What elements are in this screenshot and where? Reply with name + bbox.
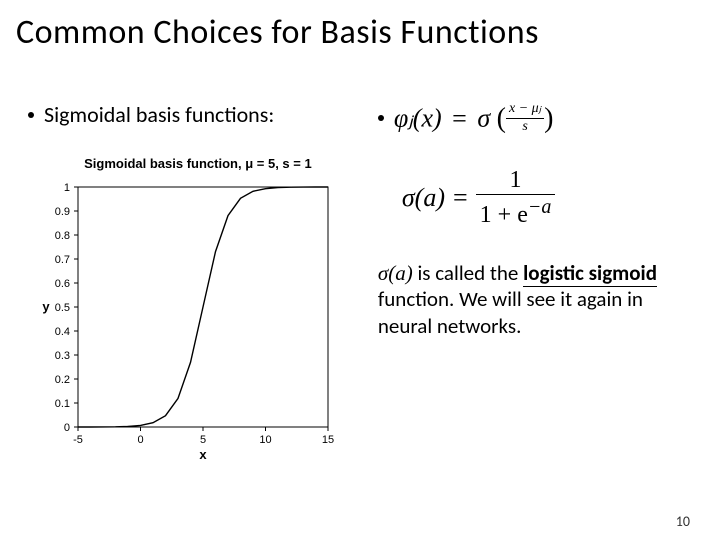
- bullet-dot-icon: [378, 115, 384, 121]
- svg-text:10: 10: [259, 434, 271, 446]
- f2-den-prefix: 1 + e: [480, 202, 528, 228]
- svg-text:0.5: 0.5: [55, 302, 70, 314]
- bullet-item: Sigmoidal basis functions:: [28, 101, 358, 128]
- svg-text:15: 15: [322, 434, 334, 446]
- f2-den-exp: −a: [528, 196, 552, 218]
- sigmoid-curve: [78, 187, 328, 427]
- y-axis-ticks: 0 0.1 0.2 0.3 0.4 0.5 0.6 0.7 0.8 0.9 1: [55, 182, 78, 434]
- svg-text:-5: -5: [73, 434, 83, 446]
- f2-num: 1: [506, 166, 526, 195]
- chart-container: Sigmoidal basis function, μ = 5, s = 1 0…: [28, 156, 358, 462]
- note-t4: function. We will see it again in neural…: [378, 286, 643, 338]
- left-column: Sigmoidal basis functions: Sigmoidal bas…: [28, 101, 358, 462]
- svg-text:0: 0: [64, 422, 70, 434]
- f1-sigma: σ: [477, 104, 490, 133]
- svg-text:0.7: 0.7: [55, 254, 70, 266]
- svg-text:0.1: 0.1: [55, 398, 70, 410]
- y-axis-label: y: [42, 299, 50, 314]
- svg-text:0: 0: [137, 434, 143, 446]
- sigmoid-note: σ(a) is called the logistic sigmoid func…: [378, 260, 692, 339]
- svg-text:0.8: 0.8: [55, 230, 70, 242]
- x-axis-ticks: -5 0 5 10 15: [73, 427, 334, 446]
- note-t2: is called the: [413, 260, 523, 286]
- svg-text:0.4: 0.4: [55, 326, 70, 338]
- f2-eq: =: [453, 182, 468, 213]
- f1-den: s: [519, 119, 530, 136]
- page-number: 10: [676, 513, 690, 530]
- formula-sigma: σ(a) = 1 1 + e−a: [378, 166, 692, 231]
- chart-title: Sigmoidal basis function, μ = 5, s = 1: [38, 156, 358, 171]
- right-column: φⱼ(x) = σ ( x − μⱼ s ) σ(a) = 1: [378, 101, 692, 462]
- f1-lhs: φⱼ(x): [394, 104, 442, 133]
- bullet-text: Sigmoidal basis functions:: [44, 101, 274, 128]
- content-area: Sigmoidal basis functions: Sigmoidal bas…: [0, 61, 720, 462]
- formula-phi: φⱼ(x) = σ ( x − μⱼ s ): [378, 101, 692, 136]
- sigmoid-chart: 0 0.1 0.2 0.3 0.4 0.5 0.6 0.7 0.8 0.9 1: [38, 177, 338, 462]
- chart-svg: 0 0.1 0.2 0.3 0.4 0.5 0.6 0.7 0.8 0.9 1: [38, 177, 338, 462]
- svg-text:0.2: 0.2: [55, 374, 70, 386]
- svg-text:0.6: 0.6: [55, 278, 70, 290]
- page-title: Common Choices for Basis Functions: [0, 0, 720, 61]
- f1-num: x − μⱼ: [506, 101, 544, 118]
- bullet-dot-icon: [28, 112, 34, 118]
- svg-text:1: 1: [64, 182, 70, 194]
- f1-eq: =: [448, 104, 471, 133]
- note-bold: logistic sigmoid: [523, 260, 657, 287]
- note-math: σ(a): [378, 261, 413, 285]
- x-axis-label: x: [199, 447, 207, 462]
- svg-text:0.9: 0.9: [55, 206, 70, 218]
- svg-text:5: 5: [200, 434, 206, 446]
- f2-lhs: σ(a): [402, 182, 445, 213]
- svg-text:0.3: 0.3: [55, 350, 70, 362]
